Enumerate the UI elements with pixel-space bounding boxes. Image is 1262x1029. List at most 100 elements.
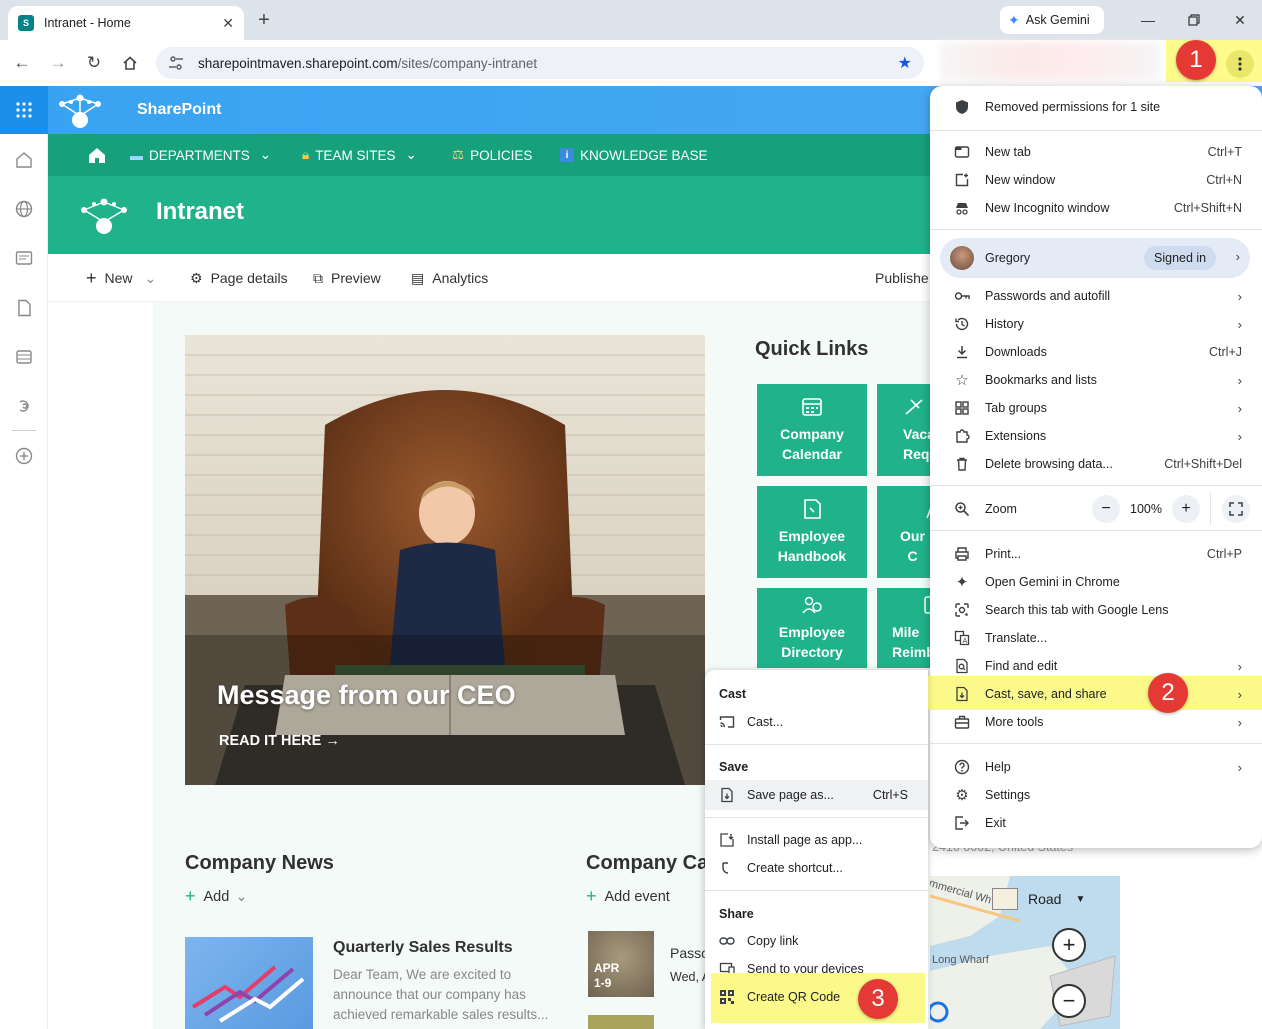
scales-icon: ⚖ [452,147,465,162]
print-icon [955,547,969,561]
home-button[interactable] [116,49,144,77]
nav-knowledge-base[interactable]: i KNOWLEDGE BASE [560,134,708,176]
list-icon[interactable] [14,347,34,367]
home-rail-icon[interactable] [14,150,34,170]
quick-link-our-company[interactable]: Our C [877,486,930,578]
menu-tab-groups[interactable]: Tab groups › [930,394,1262,422]
ask-gemini-button[interactable]: ✦ Ask Gemini [1000,6,1104,34]
menu-cast-save-share[interactable]: Cast, save, and share › [930,680,1262,708]
menu-new-tab[interactable]: New tab Ctrl+T [930,138,1262,166]
notice-label: Removed permissions for 1 site [985,100,1161,114]
analytics-command[interactable]: ▤ Analytics [411,266,488,290]
reload-button[interactable]: ↻ [80,49,108,77]
chrome-menu-button[interactable] [1226,50,1254,78]
menu-delete-data[interactable]: Delete browsing data... Ctrl+Shift+Del [930,450,1262,478]
address-bar[interactable]: sharepointmaven.sharepoint.com/sites/com… [156,47,924,79]
trash-icon [957,457,967,471]
add-news-button[interactable]: + Add ⌄ [185,886,247,907]
find-icon [956,658,968,674]
minimize-button[interactable]: — [1128,6,1168,34]
back-button[interactable]: ← [8,49,36,77]
menu-extensions[interactable]: Extensions › [930,422,1262,450]
news-item-title[interactable]: Quarterly Sales Results [333,939,513,957]
nav-policies[interactable]: ⚖ POLICIES [452,134,532,176]
menu-new-window[interactable]: New window Ctrl+N [930,166,1262,194]
add-event-button[interactable]: + Add event [586,886,670,907]
event-thumbnail-2[interactable] [588,1015,654,1029]
event-thumbnail[interactable]: APR 1-9 [588,931,654,997]
submenu-label: Cast... [747,715,784,729]
new-tab-button[interactable]: + [252,8,276,32]
site-info-icon[interactable] [168,55,184,71]
quick-link-mileage-reimbursement[interactable]: Mile Reimb [877,588,930,668]
add-icon[interactable] [14,446,34,466]
menu-print[interactable]: Print... Ctrl+P [930,540,1262,568]
map-style-select[interactable]: Road ▼ [992,888,1085,910]
menu-label: History [985,317,1024,331]
app-launcher-button[interactable] [0,86,48,134]
preview-command[interactable]: ⧉ Preview [313,266,381,290]
news-thumbnail[interactable] [185,937,313,1029]
hero-read-link[interactable]: READ IT HERE → [219,733,340,749]
menu-label: New tab [985,145,1031,159]
menu-history[interactable]: History › [930,310,1262,338]
news-icon[interactable] [14,248,34,268]
profile-row[interactable]: Gregory Signed in › [940,238,1250,278]
file-icon[interactable] [14,298,34,318]
menu-exit[interactable]: Exit [930,809,1262,837]
quick-link-employee-directory[interactable]: Employee Directory [757,588,867,668]
forward-button[interactable]: → [44,49,72,77]
sharepoint-title[interactable]: SharePoint [137,101,221,119]
permissions-notice[interactable]: Removed permissions for 1 site [930,93,1262,121]
arrow-right-icon: → [325,733,340,749]
close-window-button[interactable]: ✕ [1220,6,1260,34]
zoom-out-button[interactable]: − [1092,495,1120,523]
globe-icon[interactable] [14,199,34,219]
loop-icon[interactable] [14,396,34,416]
menu-more-tools[interactable]: More tools › [930,708,1262,736]
new-command[interactable]: + New ⌄ [86,266,156,290]
site-logo-icon[interactable] [76,192,132,238]
submenu-cast[interactable]: Cast... [705,708,928,736]
menu-help[interactable]: Help › [930,753,1262,781]
menu-bookmarks[interactable]: ☆ Bookmarks and lists › [930,366,1262,394]
menu-translate[interactable]: A Translate... [930,624,1262,652]
tab-groups-icon [955,401,969,415]
quick-link-vacation-request[interactable]: Vaca Req [877,384,930,476]
event-title[interactable]: Passo [670,945,709,961]
menu-label: Bookmarks and lists [985,373,1097,387]
zoom-out-map-button[interactable]: − [1052,984,1086,1018]
hero-image[interactable] [185,335,705,785]
quick-link-employee-handbook[interactable]: Employee Handbook [757,486,867,578]
menu-shortcut: Ctrl+Shift+Del [1164,457,1242,471]
menu-google-lens[interactable]: Search this tab with Google Lens [930,596,1262,624]
menu-settings[interactable]: ⚙ Settings [930,781,1262,809]
page-details-command[interactable]: ⚙ Page details [190,266,288,290]
map-widget[interactable]: mmercial Wh Long Wharf Road ▼ + − [930,876,1120,1029]
menu-label: Passwords and autofill [985,289,1111,303]
menu-passwords[interactable]: Passwords and autofill › [930,282,1262,310]
quick-link-company-calendar[interactable]: Company Calendar [757,384,867,476]
bookmark-star-icon[interactable]: ★ [898,53,912,73]
home-nav-icon[interactable] [88,146,106,164]
submenu-create-shortcut[interactable]: Create shortcut... [705,854,928,882]
nav-team-sites[interactable]: 🔒︎ TEAM SITES ⌄ [302,134,417,176]
close-tab-icon[interactable]: ✕ [222,15,234,32]
submenu-save-page[interactable]: Save page as... Ctrl+S [705,781,928,809]
zoom-in-button[interactable]: + [1172,495,1200,523]
menu-gemini[interactable]: ✦ Open Gemini in Chrome [930,568,1262,596]
nav-departments[interactable]: ▬ DEPARTMENTS ⌄ [130,134,271,176]
menu-downloads[interactable]: Downloads Ctrl+J [930,338,1262,366]
svg-text:A: A [963,637,968,645]
submenu-copy-link[interactable]: Copy link [705,927,928,955]
browser-tab[interactable]: S Intranet - Home ✕ [8,6,244,40]
menu-new-incognito[interactable]: New Incognito window Ctrl+Shift+N [930,194,1262,222]
fullscreen-button[interactable] [1222,495,1250,523]
restore-button[interactable] [1174,6,1214,34]
site-title[interactable]: Intranet [156,198,244,226]
zoom-in-map-button[interactable]: + [1052,928,1086,962]
submenu-install-app[interactable]: Install page as app... [705,826,928,854]
cast-save-icon [956,686,968,702]
hero-title[interactable]: Message from our CEO [217,680,516,711]
add-news-label: Add [203,888,230,905]
